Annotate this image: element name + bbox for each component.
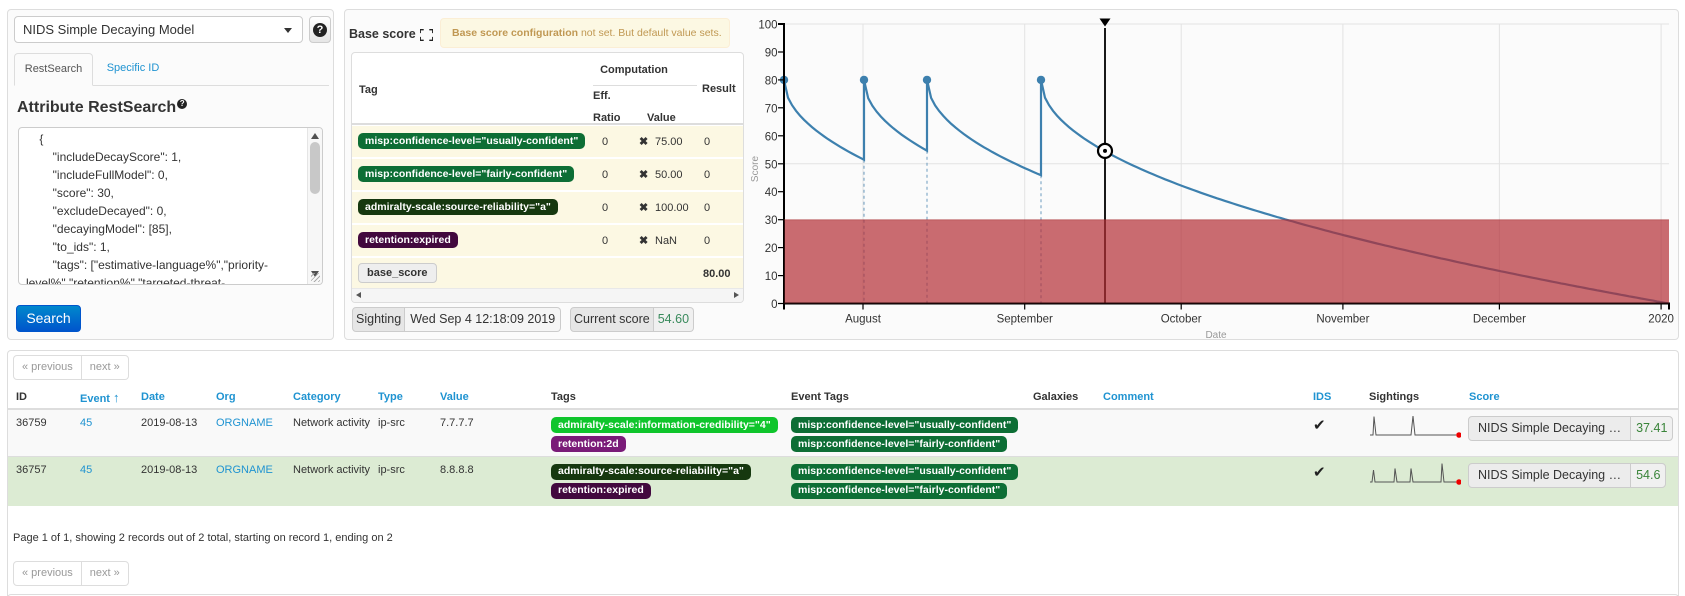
svg-text:100: 100 xyxy=(758,20,777,32)
svg-text:October: October xyxy=(1161,314,1202,326)
svg-text:Score: Score xyxy=(750,156,761,183)
svg-text:November: November xyxy=(1316,314,1369,326)
svg-text:60: 60 xyxy=(765,131,778,143)
svg-text:August: August xyxy=(845,314,882,326)
svg-text:Date: Date xyxy=(1205,330,1227,341)
svg-text:20: 20 xyxy=(765,243,778,255)
svg-text:70: 70 xyxy=(765,103,778,115)
svg-text:December: December xyxy=(1473,314,1526,326)
svg-text:80: 80 xyxy=(765,75,778,87)
svg-text:0: 0 xyxy=(771,299,777,311)
svg-text:50: 50 xyxy=(765,159,778,171)
svg-text:90: 90 xyxy=(765,48,778,60)
svg-text:2020: 2020 xyxy=(1648,314,1674,326)
svg-text:10: 10 xyxy=(765,271,778,283)
svg-text:30: 30 xyxy=(765,215,778,227)
svg-text:September: September xyxy=(997,314,1053,326)
svg-text:40: 40 xyxy=(765,187,778,199)
